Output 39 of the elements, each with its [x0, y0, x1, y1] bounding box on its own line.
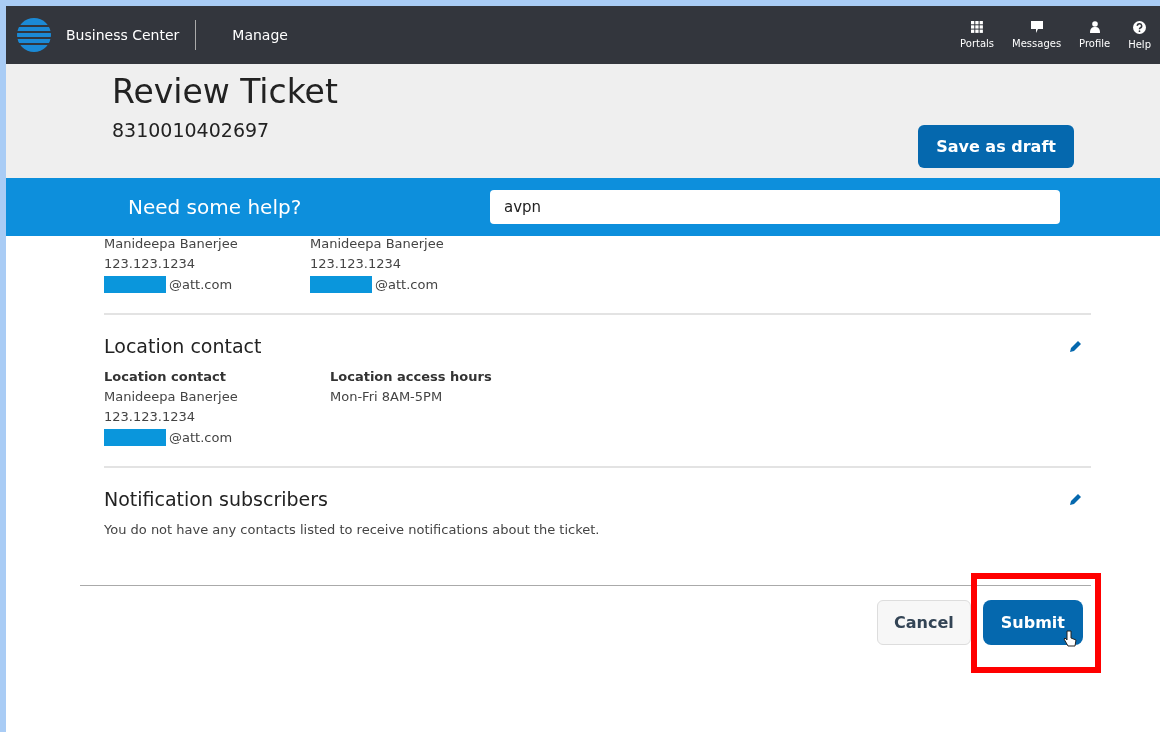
contact-email: @att.com — [169, 430, 233, 445]
nav-action-button[interactable]: Portals — [951, 21, 1004, 49]
contact-name: Manideepa Banerjee — [310, 236, 445, 251]
redaction-mark — [104, 276, 166, 293]
submit-button[interactable]: Submit — [982, 600, 1083, 645]
contact-phone: 123.123.1234 — [310, 256, 402, 271]
pencil-edit-icon[interactable] — [1069, 492, 1083, 506]
page-title: Review Ticket — [112, 72, 339, 111]
field-heading: Location access hours — [330, 369, 493, 384]
section-title: Location contact — [104, 335, 262, 357]
ticket-number: 8310010402697 — [112, 119, 271, 141]
section-note: You do not have any contacts listed to receive notifications about the ticket. — [104, 522, 601, 537]
redaction-mark — [310, 276, 372, 293]
manage-link[interactable]: Manage — [232, 27, 288, 43]
brand-name: Business Center — [66, 27, 180, 43]
grid-icon — [971, 21, 984, 33]
save-draft-button[interactable]: Save as draft — [918, 125, 1074, 168]
help-label: Need some help? — [128, 195, 303, 219]
field-value: 123.123.1234 — [104, 409, 196, 424]
field-heading: Location contact — [104, 369, 227, 384]
globe-logo-icon[interactable] — [16, 17, 52, 53]
help-search-field[interactable]: avpn — [490, 190, 1060, 224]
speech-bubble-icon — [1030, 21, 1043, 33]
nav-action-button[interactable]: Help — [1119, 20, 1160, 50]
person-icon — [1088, 21, 1101, 33]
redaction-mark — [104, 429, 166, 446]
help-icon — [1133, 20, 1147, 34]
nav-action-button[interactable]: Profile — [1070, 21, 1120, 49]
contact-name: Manideepa Banerjee — [104, 236, 239, 251]
hand-cursor-icon — [1062, 630, 1077, 648]
pencil-edit-icon[interactable] — [1069, 339, 1083, 353]
field-value: Manideepa Banerjee — [104, 389, 239, 404]
nav-action-button[interactable]: Messages — [1003, 21, 1071, 49]
contact-phone: 123.123.1234 — [104, 256, 196, 271]
contact-email: @att.com — [375, 277, 439, 292]
contact-email: @att.com — [169, 277, 233, 292]
field-value: Mon-Fri 8AM-5PM — [330, 389, 444, 404]
section-title: Notification subscribers — [104, 488, 328, 510]
cancel-button[interactable]: Cancel — [877, 600, 971, 645]
